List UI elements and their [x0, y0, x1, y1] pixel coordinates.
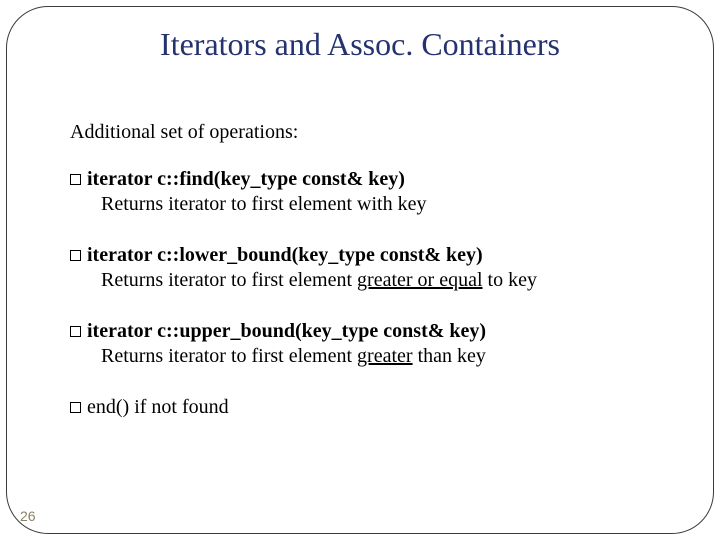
item-signature-line: iterator c::lower_bound(key_type const& …: [70, 243, 660, 268]
slide: Iterators and Assoc. Containers Addition…: [0, 0, 720, 540]
item-description: Returns iterator to first element with k…: [101, 192, 660, 217]
page-number: 26: [20, 508, 36, 524]
intro-text: Additional set of operations:: [70, 120, 660, 145]
item-signature-line: iterator c::find(key_type const& key): [70, 167, 660, 192]
item-signature: iterator c::find(key_type const& key): [87, 168, 405, 190]
square-bullet-icon: [70, 250, 81, 261]
square-bullet-icon: [70, 174, 81, 185]
desc-post: to key: [483, 269, 537, 291]
desc-underline: greater or equal: [357, 269, 482, 291]
item-signature: iterator c::upper_bound(key_type const& …: [87, 320, 486, 342]
item-description: Returns iterator to first element greate…: [101, 344, 660, 369]
slide-title: Iterators and Assoc. Containers: [0, 26, 720, 63]
desc-underline: greater: [357, 345, 413, 367]
list-item: iterator c::find(key_type const& key) Re…: [70, 167, 660, 217]
list-item: iterator c::lower_bound(key_type const& …: [70, 243, 660, 293]
square-bullet-icon: [70, 326, 81, 337]
end-line: end() if not found: [70, 395, 660, 420]
slide-content: Additional set of operations: iterator c…: [70, 120, 660, 420]
desc-pre: Returns iterator to first element: [101, 345, 357, 367]
item-signature-line: iterator c::upper_bound(key_type const& …: [70, 319, 660, 344]
item-description: Returns iterator to first element greate…: [101, 268, 660, 293]
desc-pre: Returns iterator to first element with k…: [101, 193, 426, 215]
desc-post: than key: [413, 345, 486, 367]
square-bullet-icon: [70, 402, 81, 413]
list-item: iterator c::upper_bound(key_type const& …: [70, 319, 660, 369]
end-rest: if not found: [129, 396, 228, 418]
end-signature: end(): [87, 396, 129, 418]
item-signature: iterator c::lower_bound(key_type const& …: [87, 244, 483, 266]
desc-pre: Returns iterator to first element: [101, 269, 357, 291]
